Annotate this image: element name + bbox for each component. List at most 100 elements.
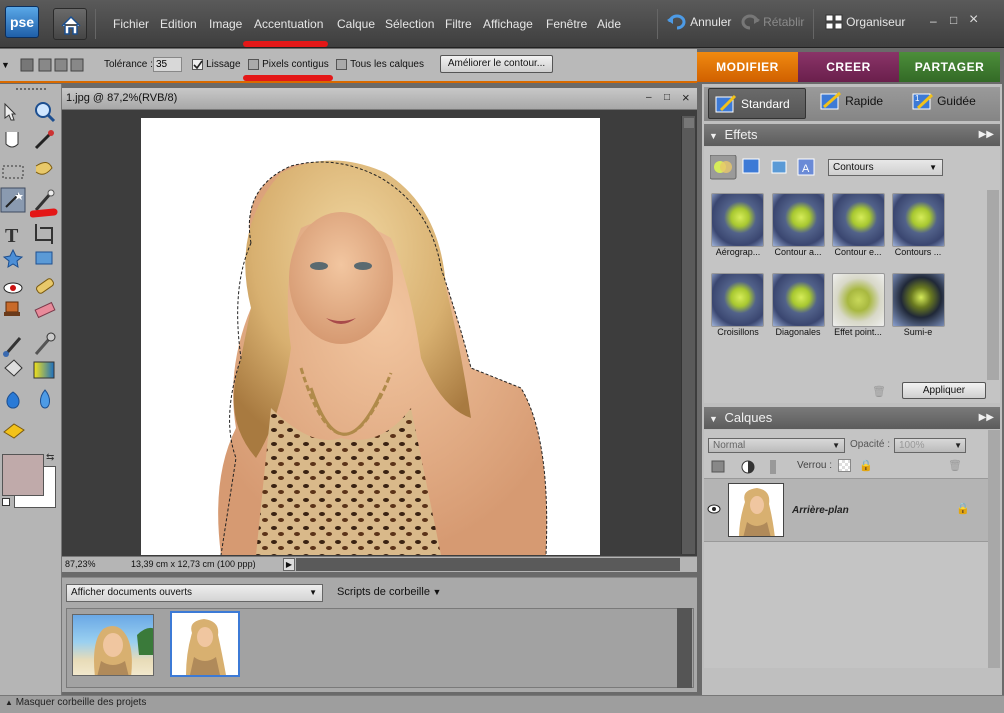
- zoom-tool-icon: [35, 102, 56, 123]
- effect-thumb-4[interactable]: [892, 193, 945, 247]
- bin-scripts-menu[interactable]: Scripts de corbeille ▼: [337, 586, 441, 598]
- effects-category-select[interactable]: Contours ▼: [828, 159, 943, 176]
- swap-colors-icon[interactable]: ⇆: [46, 452, 54, 463]
- refine-edge-button[interactable]: Améliorer le contour...: [440, 55, 553, 73]
- edit-mode-rapide[interactable]: Rapide: [820, 91, 883, 111]
- effect-label-1: Aérograp...: [715, 247, 761, 257]
- bin-show-select[interactable]: Afficher documents ouverts ▼: [66, 584, 323, 602]
- brush-tool-icon: [3, 337, 22, 357]
- layer-styles-tab-icon: [742, 158, 760, 174]
- layer-thumbnail: [728, 483, 784, 537]
- menu-filtre[interactable]: Filtre: [445, 17, 472, 31]
- doc-restore-button[interactable]: □: [664, 92, 670, 103]
- hide-project-bin-toggle[interactable]: ▲ Masquer corbeille des projets: [5, 697, 146, 708]
- redo-button[interactable]: Rétablir: [740, 14, 804, 30]
- effect-thumb-6[interactable]: [772, 273, 825, 327]
- effect-thumb-8[interactable]: [892, 273, 945, 327]
- undo-button[interactable]: Annuler: [667, 14, 731, 30]
- lock-transparency-icon[interactable]: [838, 459, 851, 472]
- window-maximize-button[interactable]: □: [950, 13, 957, 27]
- doc-vertical-scrollbar[interactable]: [681, 116, 695, 554]
- menu-accentuation[interactable]: Accentuation: [254, 17, 323, 31]
- effect-thumb-1[interactable]: [711, 193, 764, 247]
- all-layers-checkbox[interactable]: Tous les calques: [336, 58, 424, 70]
- layers-scrollbar[interactable]: [988, 430, 1000, 668]
- effect-label-5: Croisillons: [717, 327, 759, 337]
- organizer-icon: [825, 14, 843, 30]
- tab-partager[interactable]: PARTAGER: [899, 52, 1000, 82]
- layers-panel-header[interactable]: ▼ Calques ▶▶: [704, 407, 1000, 429]
- blend-mode-select[interactable]: Normal ▼: [708, 438, 845, 453]
- bin-scripts-label: Scripts de corbeille: [337, 586, 430, 598]
- scroll-up-arrow[interactable]: [684, 118, 694, 128]
- lock-all-icon[interactable]: 🔒: [859, 459, 873, 472]
- doc-horizontal-scrollbar[interactable]: [296, 558, 680, 571]
- image-canvas[interactable]: [141, 118, 600, 555]
- text-tool-icon: T: [5, 225, 19, 247]
- bin-thumbnail-portrait-selected[interactable]: [170, 611, 240, 677]
- bin-scrollbar[interactable]: [677, 608, 692, 688]
- effect-thumb-7[interactable]: [832, 273, 885, 327]
- tolerance-input[interactable]: [153, 57, 182, 72]
- bin-thumbnail-beach[interactable]: [72, 614, 154, 676]
- shape-tool-icon: [2, 248, 24, 268]
- contiguous-label: Pixels contigus: [262, 59, 329, 70]
- menu-calque[interactable]: Calque: [337, 17, 375, 31]
- menu-image[interactable]: Image: [209, 17, 242, 31]
- delete-layer-icon[interactable]: 🗑: [948, 459, 962, 472]
- menu-affichage[interactable]: Affichage: [483, 17, 533, 31]
- edit-mode-guidee[interactable]: 1 Guidée: [912, 91, 976, 111]
- effect-label-6: Diagonales: [775, 327, 821, 337]
- doc-close-button[interactable]: ×: [682, 90, 690, 105]
- effects-category-value: Contours: [833, 162, 874, 173]
- tolerance-label: Tolérance :: [104, 59, 153, 70]
- collapse-triangle-icon[interactable]: ▼: [709, 414, 718, 424]
- edit-mode-standard[interactable]: Standard: [708, 88, 806, 119]
- status-menu-arrow-icon[interactable]: ▶: [283, 558, 295, 571]
- effect-thumb-2[interactable]: [772, 193, 825, 247]
- organizer-button[interactable]: Organiseur: [825, 14, 905, 30]
- menu-selection[interactable]: Sélection: [385, 17, 434, 31]
- effects-panel-header[interactable]: ▼ Effets ▶▶: [704, 124, 1000, 146]
- effects-scrollbar[interactable]: [987, 190, 999, 380]
- tab-creer[interactable]: CREER: [798, 52, 899, 82]
- document-title: 1.jpg @ 87,2%(RVB/8): [66, 92, 178, 104]
- effect-thumb-3[interactable]: [832, 193, 885, 247]
- contiguous-checkbox[interactable]: Pixels contigus: [248, 58, 329, 70]
- effect-label-7: Effet point...: [834, 327, 882, 337]
- red-eye-tool-icon: [3, 282, 23, 294]
- panel-menu-icon[interactable]: ▶▶: [979, 407, 994, 429]
- eye-icon[interactable]: [707, 504, 721, 514]
- antialias-checkbox[interactable]: Lissage: [192, 58, 241, 70]
- zoom-level[interactable]: 87,23%: [65, 559, 96, 569]
- menu-separator: [95, 9, 96, 39]
- doc-minimize-button[interactable]: –: [646, 92, 652, 103]
- apply-effect-button[interactable]: Appliquer: [902, 382, 986, 399]
- default-colors-icon[interactable]: [2, 498, 10, 506]
- home-icon: [61, 15, 81, 35]
- menu-edition[interactable]: Edition: [160, 17, 197, 31]
- menu-aide[interactable]: Aide: [597, 17, 621, 31]
- menu-fenetre[interactable]: Fenêtre: [546, 17, 587, 31]
- blur-tool-icon: [6, 391, 20, 409]
- opacity-field[interactable]: 100% ▼: [894, 438, 966, 453]
- window-minimize-button[interactable]: –: [930, 14, 937, 28]
- layers-panel-title: Calques: [724, 410, 773, 425]
- foreground-color-swatch-top[interactable]: [2, 454, 44, 496]
- menu-fichier[interactable]: Fichier: [113, 17, 149, 31]
- home-button[interactable]: [53, 8, 87, 40]
- options-menu-icon[interactable]: ▼: [1, 60, 10, 70]
- tab-modifier[interactable]: MODIFIER: [697, 52, 798, 82]
- photo-effects-tab-icon: [771, 160, 787, 174]
- window-close-button[interactable]: ×: [969, 11, 978, 29]
- toolbox-icons: T: [0, 102, 56, 439]
- panel-menu-icon[interactable]: ▶▶: [979, 124, 994, 146]
- guided-edit-icon: 1: [912, 93, 934, 110]
- svg-text:1: 1: [915, 94, 920, 103]
- trash-icon[interactable]: 🗑: [872, 385, 886, 398]
- effect-label-4: Contours ...: [894, 247, 942, 257]
- effect-thumb-5[interactable]: [711, 273, 764, 327]
- selection-mode-buttons[interactable]: [19, 55, 87, 75]
- chevron-down-icon: ▼: [429, 587, 442, 597]
- collapse-triangle-icon[interactable]: ▼: [709, 131, 718, 141]
